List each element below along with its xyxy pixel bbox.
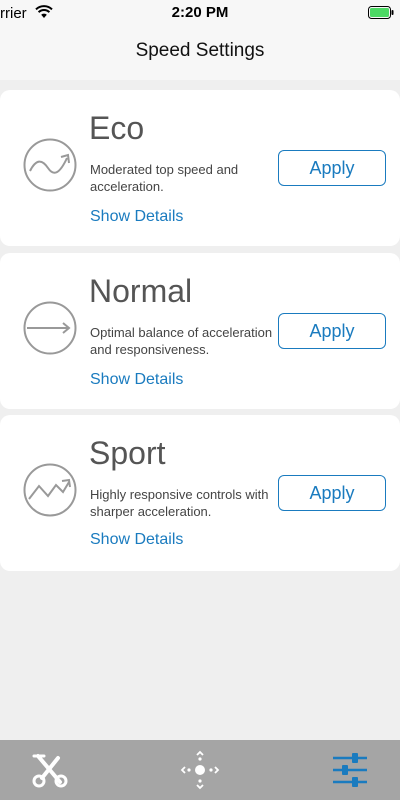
- mode-description: Highly responsive controls with sharper …: [90, 487, 269, 519]
- mode-card-sport: Sport Highly responsive controls with sh…: [0, 415, 400, 571]
- apply-sport-button[interactable]: Apply: [278, 475, 386, 511]
- page-title: Speed Settings: [135, 40, 265, 61]
- mode-description: Moderated top speed and acceleration.: [90, 162, 239, 194]
- show-details-link[interactable]: Show Details: [90, 208, 183, 226]
- sliders-icon: [333, 753, 367, 787]
- mode-title: Eco: [89, 110, 145, 146]
- move-directions-icon: [180, 750, 220, 790]
- show-details-link[interactable]: Show Details: [90, 371, 183, 389]
- mode-card-eco: Eco Moderated top speed and acceleration…: [0, 90, 400, 246]
- mode-card-normal: Normal Optimal balance of acceleration a…: [0, 253, 400, 409]
- straight-arrow-icon: [23, 301, 77, 355]
- show-details-link[interactable]: Show Details: [90, 531, 183, 549]
- tab-scooter[interactable]: [10, 740, 90, 800]
- battery-icon: [368, 6, 394, 19]
- tab-move[interactable]: [160, 740, 240, 800]
- status-time: 2:20 PM: [171, 4, 229, 21]
- mode-description: Optimal balance of acceleration and resp…: [90, 325, 273, 357]
- scooter-icon: [32, 754, 68, 788]
- apply-eco-button[interactable]: Apply: [278, 150, 386, 186]
- zigzag-arrow-icon: [23, 463, 77, 517]
- tab-settings[interactable]: [310, 740, 390, 800]
- navigation-bar: Speed Settings: [0, 26, 400, 80]
- tab-bar: [0, 740, 400, 800]
- apply-normal-button[interactable]: Apply: [278, 313, 386, 349]
- mode-title: Normal: [89, 273, 193, 309]
- mode-title: Sport: [89, 435, 166, 471]
- status-bar: rrier 2:20 PM: [0, 0, 400, 26]
- wave-curve-icon: [23, 138, 77, 192]
